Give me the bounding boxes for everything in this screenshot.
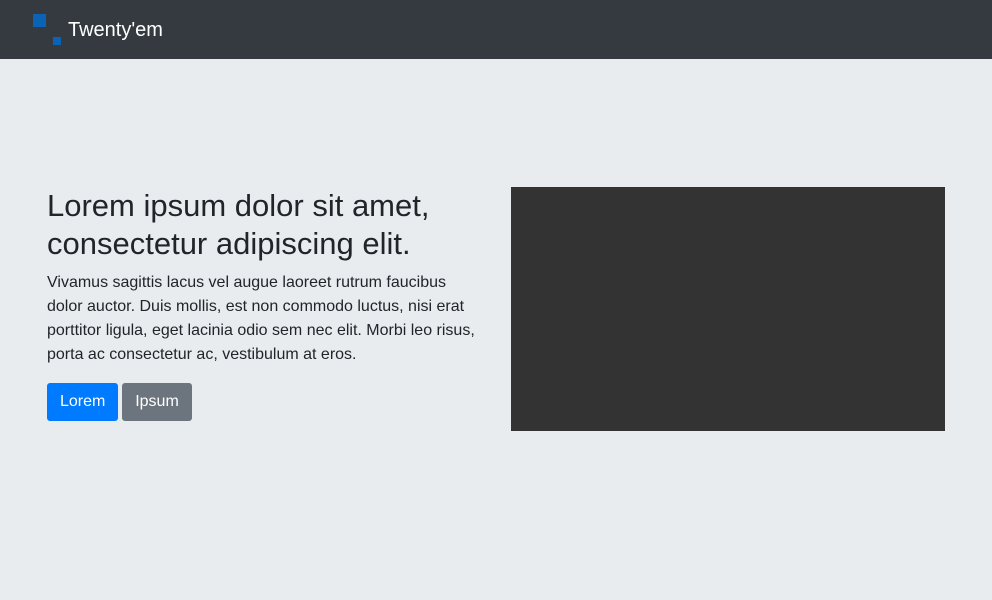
hero-actions: Lorem Ipsum bbox=[47, 383, 487, 421]
lorem-button[interactable]: Lorem bbox=[47, 383, 118, 421]
logo-large-square-icon bbox=[33, 14, 46, 27]
hero-copy: Lorem ipsum dolor sit amet, consectetur … bbox=[47, 187, 487, 421]
brand-name: Twenty'em bbox=[68, 19, 163, 41]
hero-heading: Lorem ipsum dolor sit amet, consectetur … bbox=[47, 188, 430, 261]
hero-media-placeholder bbox=[511, 187, 945, 431]
twentyem-logo-icon bbox=[33, 14, 61, 46]
hero-description: Vivamus sagittis lacus vel augue laoreet… bbox=[47, 274, 475, 363]
top-navbar: Twenty'em bbox=[0, 0, 992, 59]
brand-link[interactable]: Twenty'em bbox=[33, 14, 163, 46]
ipsum-button[interactable]: Ipsum bbox=[122, 383, 192, 421]
logo-small-square-icon bbox=[53, 37, 61, 45]
